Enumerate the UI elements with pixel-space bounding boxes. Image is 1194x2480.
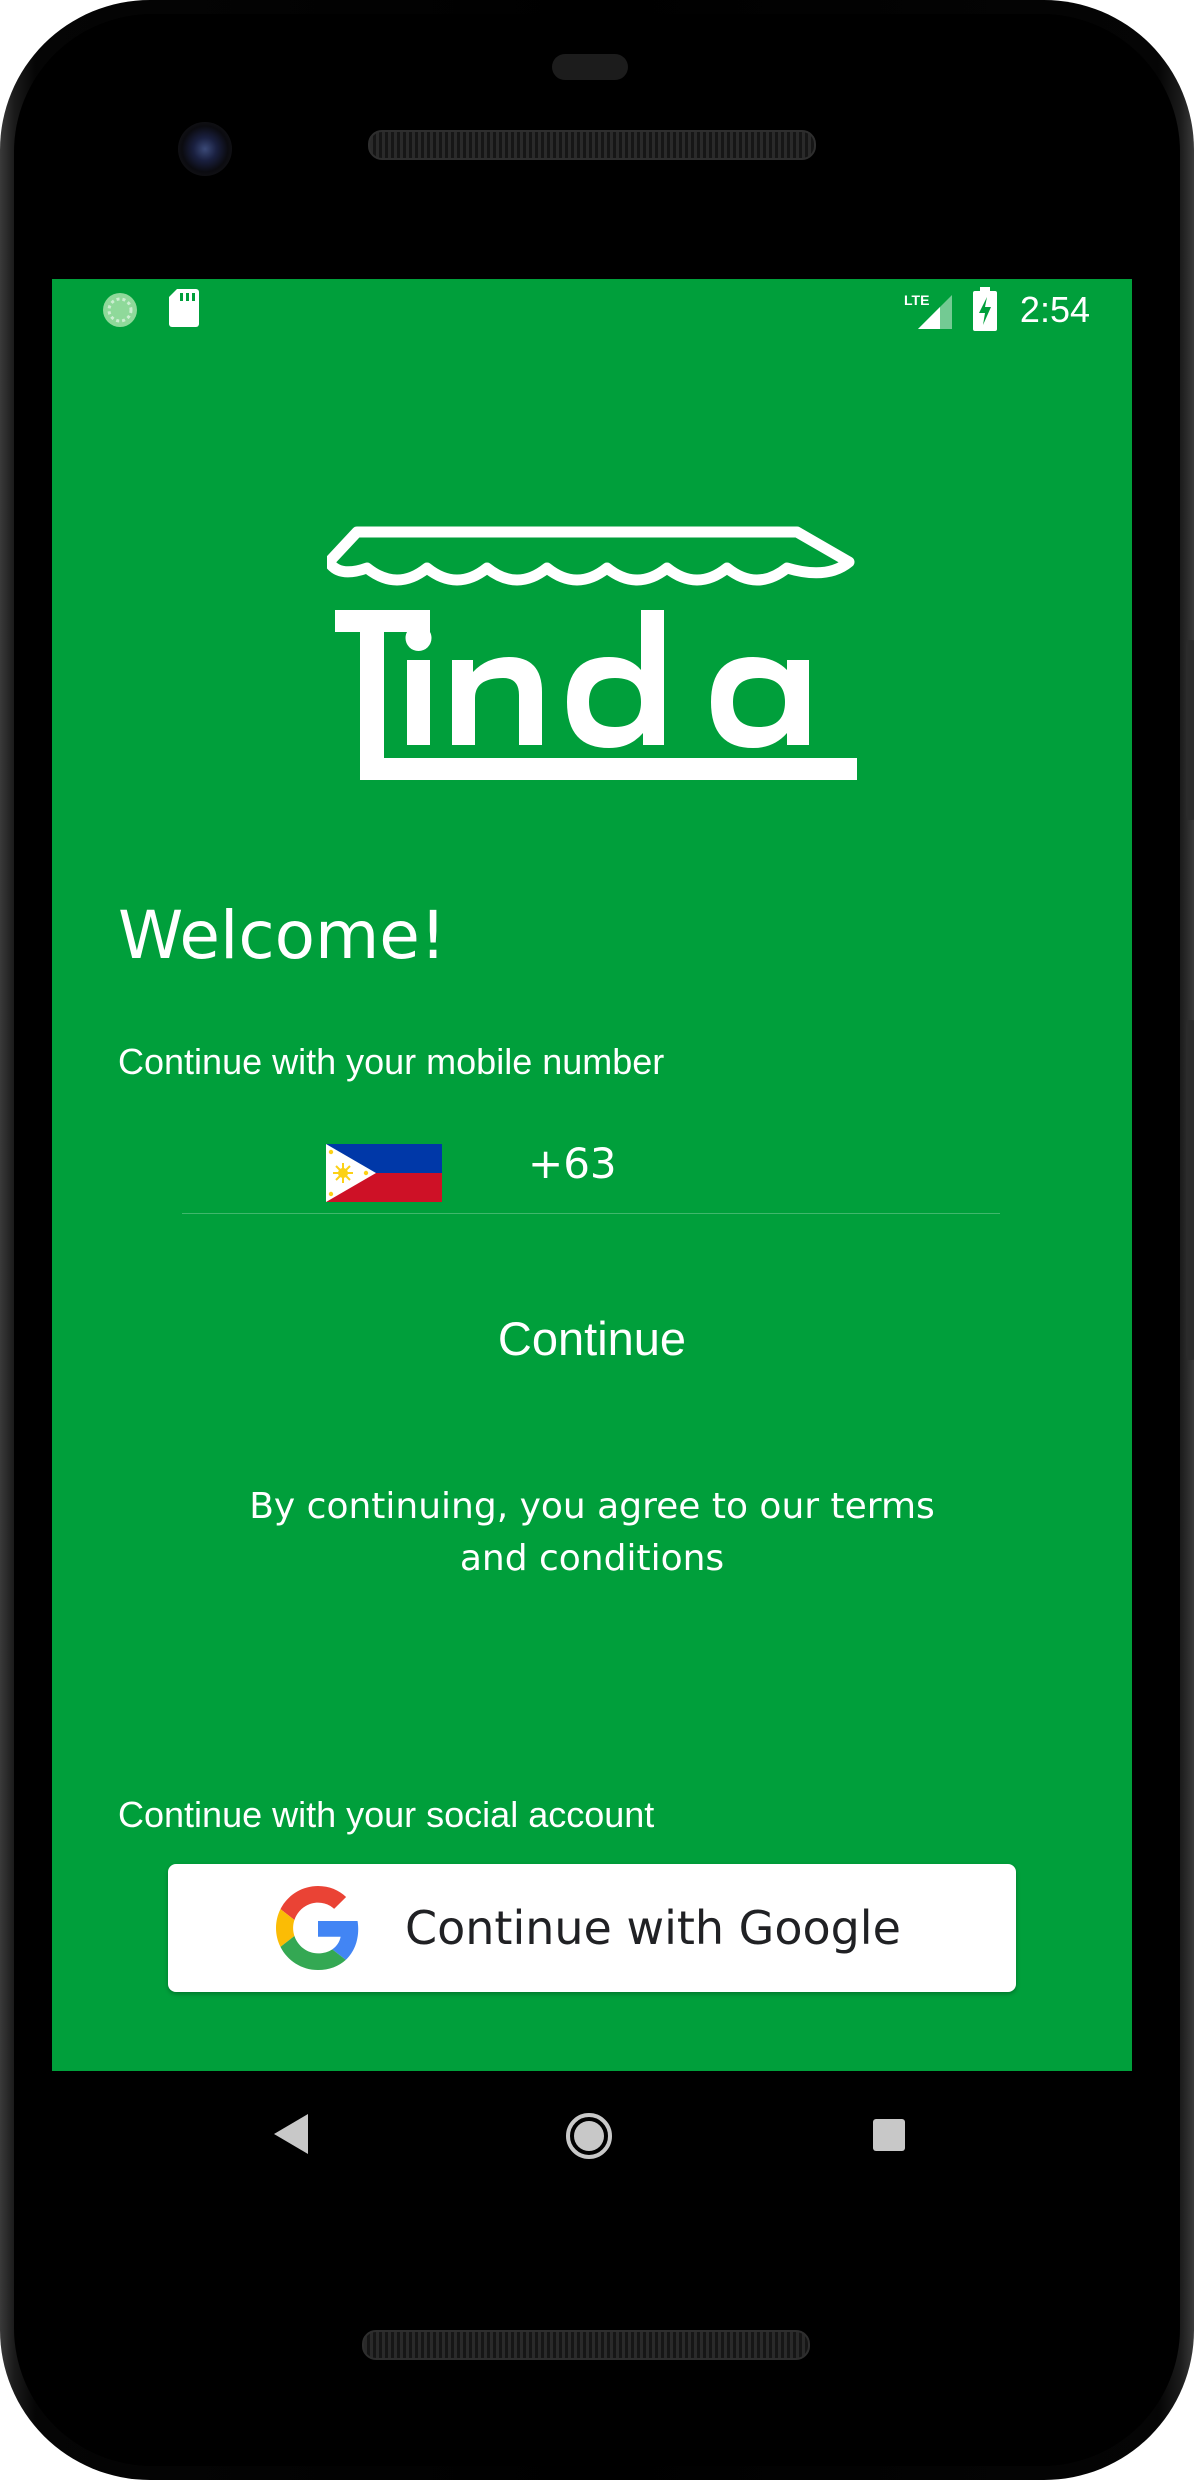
terms-notice: By continuing, you agree to our terms an… — [192, 1481, 992, 1585]
home-icon[interactable] — [565, 2112, 613, 2160]
battery-charging-icon — [973, 287, 997, 331]
google-button-label[interactable]: Continue with Google — [405, 1864, 901, 1992]
lte-signal-icon: LTE — [904, 292, 952, 329]
proximity-sensor — [552, 54, 628, 80]
system-nav-bar — [52, 2071, 1132, 2201]
country-code[interactable]: +63 — [528, 1139, 617, 1188]
mobile-number-prompt: Continue with your mobile number — [118, 1041, 665, 1082]
google-icon — [276, 1886, 359, 1970]
power-button — [1186, 640, 1194, 820]
welcome-heading: Welcome! — [118, 897, 447, 974]
app-screen: LTE 2:54 Welcome! Continue with your mob… — [52, 279, 1132, 2071]
phone-number-field[interactable]: +63 — [182, 1129, 1000, 1214]
continue-button[interactable]: Continue — [442, 1299, 742, 1379]
front-camera — [178, 122, 232, 176]
sync-icon — [103, 293, 137, 327]
terms-line-2[interactable]: and conditions — [192, 1533, 992, 1585]
recents-icon[interactable] — [873, 2119, 905, 2151]
philippines-flag-icon[interactable] — [326, 1144, 442, 1202]
sd-card-icon — [169, 289, 199, 327]
back-icon[interactable] — [274, 2114, 308, 2154]
google-sign-in-button[interactable]: Continue with Google — [168, 1864, 1016, 1992]
bottom-speaker — [362, 2330, 810, 2360]
top-speaker — [368, 130, 816, 160]
volume-button — [1186, 1020, 1194, 1360]
social-account-prompt: Continue with your social account — [118, 1794, 655, 1835]
terms-line-1: By continuing, you agree to our terms — [249, 1486, 935, 1527]
tinda-logo — [327, 526, 857, 780]
status-bar: LTE 2:54 — [52, 279, 1132, 343]
svg-text:LTE: LTE — [904, 292, 929, 308]
status-time: 2:54 — [1019, 289, 1090, 330]
